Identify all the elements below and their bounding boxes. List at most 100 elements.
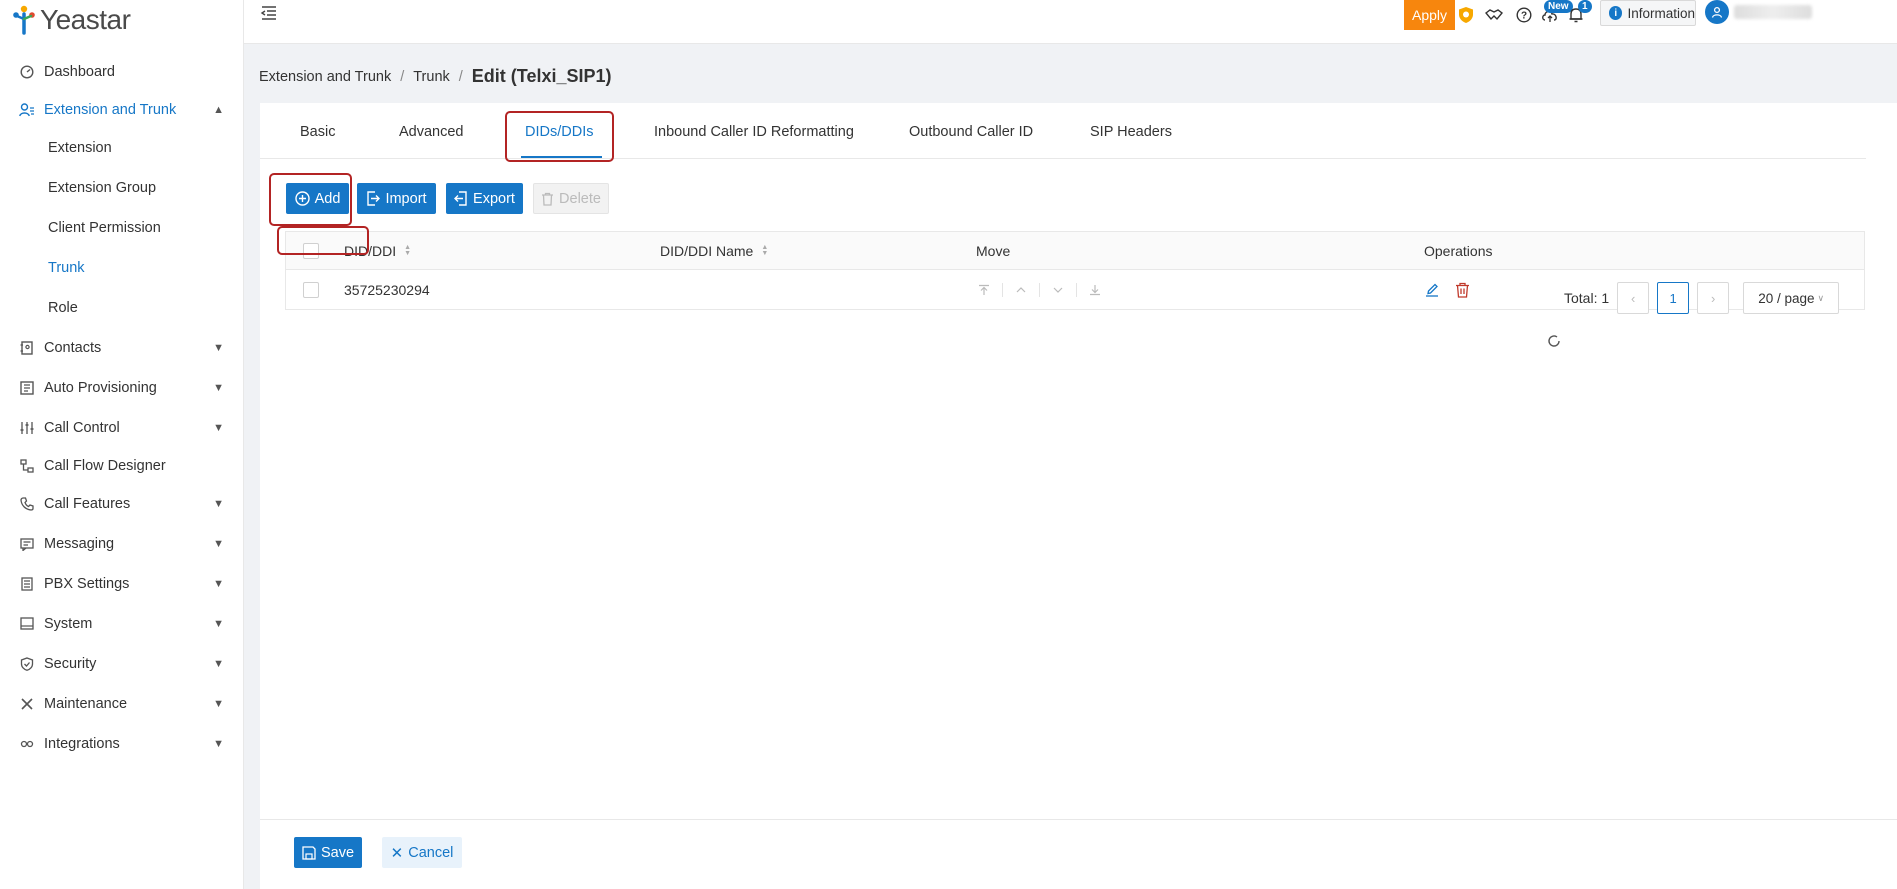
tab-dids-ddis[interactable]: DIDs/DDIs xyxy=(525,124,593,140)
move-bottom-icon[interactable] xyxy=(1087,282,1103,298)
monitor-icon xyxy=(19,616,35,632)
sidebar-item-extension-group[interactable]: Extension Group xyxy=(0,168,244,208)
page-1-button[interactable]: 1 xyxy=(1657,282,1690,314)
sidebar-item-auto-provisioning[interactable]: Auto Provisioning ▼ xyxy=(0,368,244,408)
sidebar-item-extension[interactable]: Extension xyxy=(0,128,244,168)
pagination-total: Total: 1 xyxy=(1564,290,1610,306)
sidebar-item-contacts[interactable]: Contacts ▼ xyxy=(0,328,244,368)
sort-icon[interactable]: ▲ ▼ xyxy=(761,244,768,257)
chevron-down-icon: ▼ xyxy=(213,578,224,590)
handshake-icon[interactable] xyxy=(1485,6,1503,24)
sidebar-item-call-features[interactable]: Call Features ▼ xyxy=(0,484,244,524)
delete-button[interactable]: Delete xyxy=(533,183,609,214)
tab-basic[interactable]: Basic xyxy=(300,124,335,140)
info-icon: i xyxy=(1609,6,1623,20)
export-button[interactable]: Export xyxy=(446,183,523,214)
pagination xyxy=(1547,325,1561,357)
save-button[interactable]: Save xyxy=(294,837,362,868)
move-down-icon[interactable] xyxy=(1050,282,1066,298)
flow-icon xyxy=(19,458,35,474)
notification-count-badge: 1 xyxy=(1578,0,1592,13)
sidebar-item-security[interactable]: Security ▼ xyxy=(0,644,244,684)
sidebar: Yeastar Dashboard Extension and Trunk ▲ … xyxy=(0,0,244,889)
sliders-icon xyxy=(19,420,35,436)
move-cell xyxy=(976,270,1103,309)
divider xyxy=(1039,282,1040,297)
user-name-redacted[interactable] xyxy=(1734,5,1812,19)
provisioning-icon xyxy=(19,380,35,396)
sidebar-item-call-control[interactable]: Call Control ▼ xyxy=(0,408,244,448)
did-header-label: DID/DDI xyxy=(344,242,397,259)
chevron-down-icon: ▼ xyxy=(213,618,224,630)
edit-icon[interactable] xyxy=(1424,282,1440,298)
menu-collapse-icon[interactable] xyxy=(260,4,278,22)
did-name-column-header[interactable]: DID/DDI Name ▲ ▼ xyxy=(660,232,768,269)
move-up-icon[interactable] xyxy=(1013,282,1029,298)
sidebar-item-dashboard[interactable]: Dashboard xyxy=(0,52,244,92)
information-button[interactable]: i Information xyxy=(1600,0,1696,26)
operations-column-header: Operations xyxy=(1424,232,1492,269)
did-cell: 35725230294 xyxy=(344,270,430,309)
shield-badge-icon[interactable] xyxy=(1457,6,1475,24)
page-size-select[interactable]: 20 / page ∨ xyxy=(1743,282,1840,314)
tab-outbound-caller-id[interactable]: Outbound Caller ID xyxy=(909,124,1033,140)
page-title: Edit (Telxi_SIP1) xyxy=(471,66,612,86)
tab-inbound-caller-id-reformatting[interactable]: Inbound Caller ID Reformatting xyxy=(654,124,854,140)
tab-advanced[interactable]: Advanced xyxy=(399,124,464,140)
content-panel: Basic Advanced DIDs/DDIs Inbound Caller … xyxy=(260,103,1897,889)
sidebar-item-label: Dashboard xyxy=(44,64,115,80)
trash-icon xyxy=(542,192,554,206)
chevron-down-icon: ∨ xyxy=(1817,292,1825,303)
delete-row-icon[interactable] xyxy=(1454,282,1470,298)
sidebar-item-pbx-settings[interactable]: PBX Settings ▼ xyxy=(0,564,244,604)
server-icon xyxy=(19,576,35,592)
help-icon[interactable]: ? xyxy=(1515,6,1533,24)
sidebar-item-label: Auto Provisioning xyxy=(44,380,157,396)
sidebar-item-maintenance[interactable]: Maintenance ▼ xyxy=(0,684,244,724)
sidebar-item-integrations[interactable]: Integrations ▼ xyxy=(0,724,244,764)
sidebar-item-system[interactable]: System ▼ xyxy=(0,604,244,644)
breadcrumb-separator: / xyxy=(458,68,463,85)
did-name-header-label: DID/DDI Name xyxy=(660,242,754,259)
move-header-label: Move xyxy=(976,242,1011,259)
message-icon xyxy=(19,536,35,552)
tab-bar: Basic Advanced DIDs/DDIs Inbound Caller … xyxy=(260,103,1866,159)
add-label: Add xyxy=(314,190,341,207)
next-page-button[interactable]: › xyxy=(1697,282,1730,314)
chevron-down-icon: ▼ xyxy=(213,422,224,434)
move-top-icon[interactable] xyxy=(976,282,992,298)
add-button[interactable]: Add xyxy=(286,183,349,214)
cancel-button[interactable]: ✕ Cancel xyxy=(382,837,462,868)
select-all-checkbox[interactable] xyxy=(303,242,319,259)
chevron-down-icon: ▼ xyxy=(213,698,224,710)
import-button[interactable]: Import xyxy=(357,183,436,214)
sort-icon[interactable]: ▲ ▼ xyxy=(404,244,411,257)
breadcrumb-trunk[interactable]: Trunk xyxy=(413,69,450,85)
sidebar-item-role[interactable]: Role xyxy=(0,288,244,328)
prev-page-button[interactable]: ‹ xyxy=(1617,282,1650,314)
refresh-icon[interactable] xyxy=(1547,334,1561,348)
top-bar: Apply ? New 1 i Information xyxy=(244,0,1897,44)
row-checkbox[interactable] xyxy=(303,281,319,298)
sidebar-item-call-flow-designer[interactable]: Call Flow Designer xyxy=(0,446,244,486)
did-column-header[interactable]: DID/DDI ▲ ▼ xyxy=(344,232,411,269)
breadcrumb: Extension and Trunk / Trunk / Edit (Telx… xyxy=(259,66,612,87)
sidebar-item-label: Contacts xyxy=(44,340,102,356)
apply-button[interactable]: Apply xyxy=(1404,0,1455,30)
import-label: Import xyxy=(385,190,427,207)
tab-sip-headers[interactable]: SIP Headers xyxy=(1090,124,1172,140)
chevron-down-icon: ▼ xyxy=(213,498,224,510)
yeastar-logo[interactable]: Yeastar xyxy=(12,2,131,38)
sidebar-item-trunk[interactable]: Trunk xyxy=(0,248,244,288)
sidebar-item-label: Client Permission xyxy=(48,220,161,236)
breadcrumb-extension-and-trunk[interactable]: Extension and Trunk xyxy=(259,69,391,85)
sidebar-item-client-permission[interactable]: Client Permission xyxy=(0,208,244,248)
sidebar-item-extension-and-trunk[interactable]: Extension and Trunk ▲ xyxy=(0,90,244,130)
sidebar-item-messaging[interactable]: Messaging ▼ xyxy=(0,524,244,564)
sidebar-item-label: Call Flow Designer xyxy=(44,458,166,474)
shield-icon xyxy=(19,656,35,672)
user-avatar-icon[interactable] xyxy=(1705,0,1729,24)
pagination-row: Total: 1 ‹ 1 › 20 / page ∨ xyxy=(1564,282,1840,314)
close-icon: ✕ xyxy=(390,844,404,862)
sidebar-item-label: Trunk xyxy=(48,260,85,276)
